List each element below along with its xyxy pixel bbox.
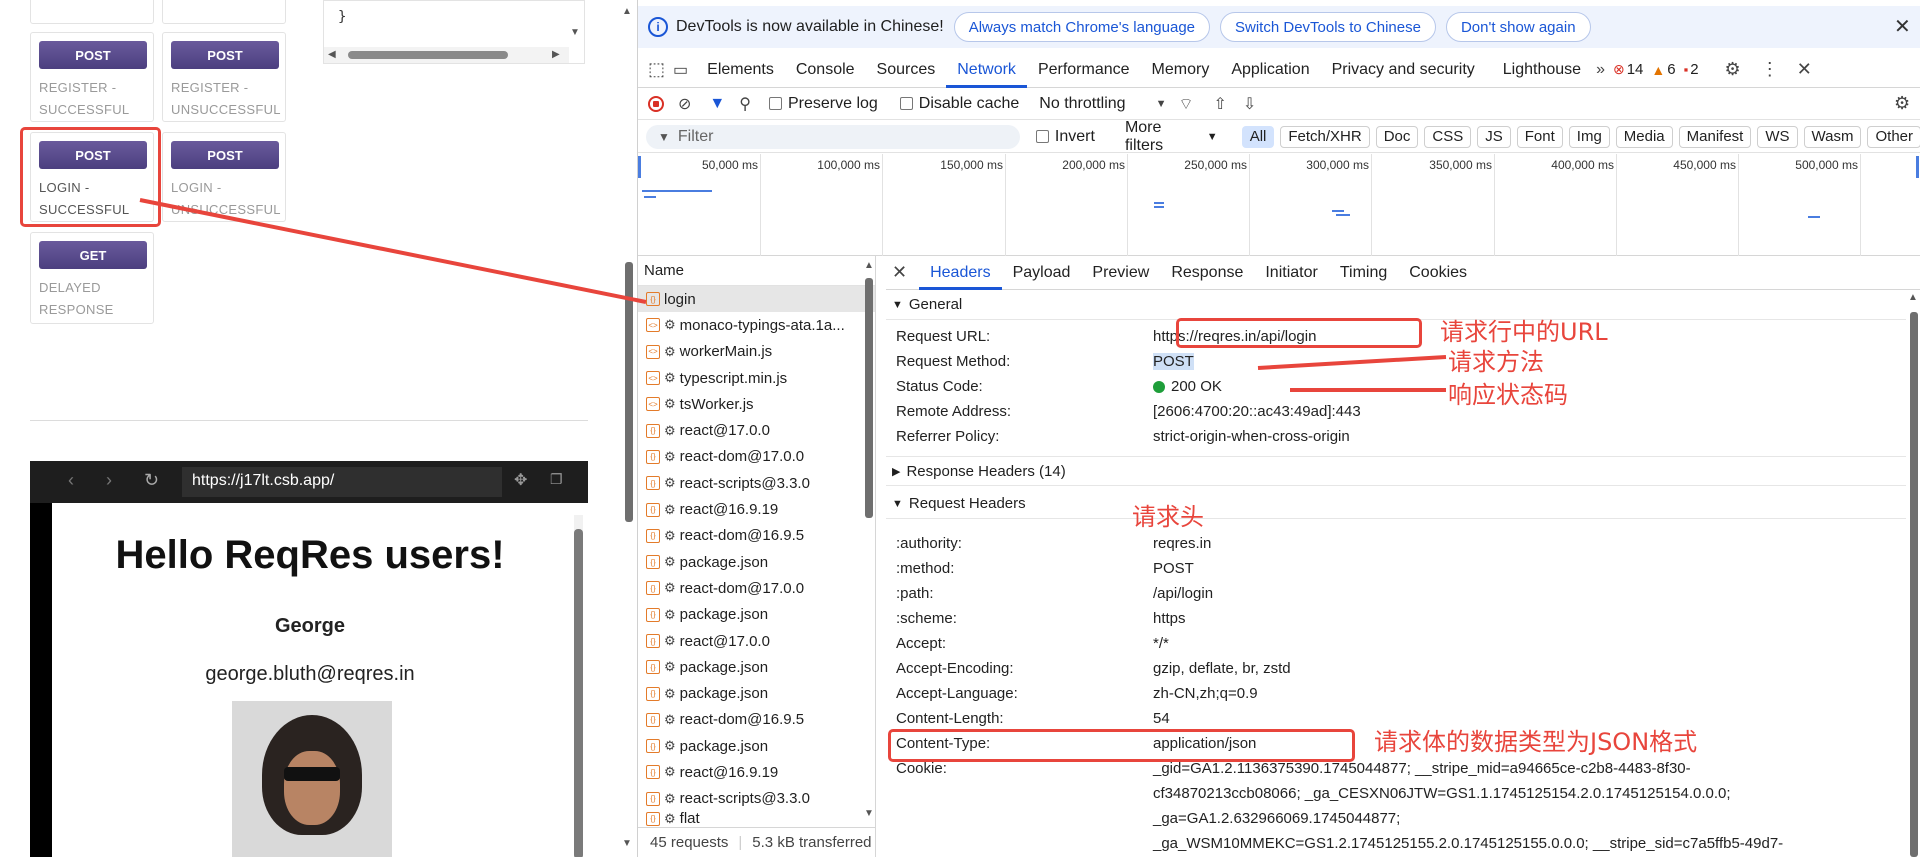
annotation-status-method-line [1257, 355, 1447, 370]
annotation-content-type-text: 请求体的数据类型为JSON格式 [1374, 728, 1698, 756]
annotation-status-text: 响应状态码 [1448, 381, 1568, 409]
annotation-arrow-line [139, 198, 647, 304]
annotation-headers-text: 请求头 [1132, 503, 1204, 531]
annotation-method-text: 请求方法 [1448, 348, 1544, 376]
